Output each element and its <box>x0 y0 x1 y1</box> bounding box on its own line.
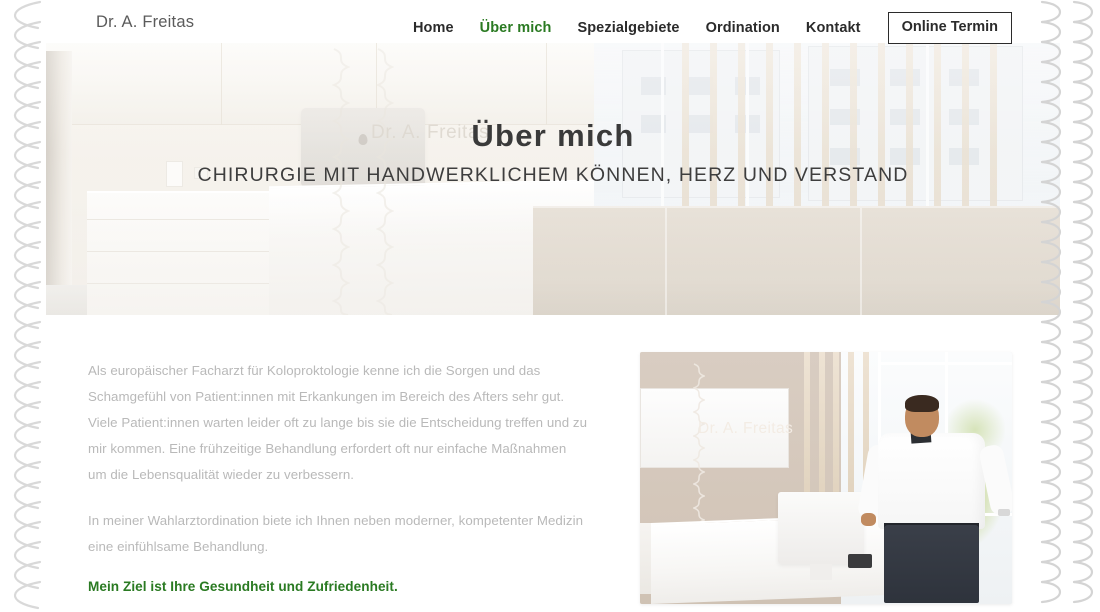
nav-item-ueber-mich[interactable]: Über mich <box>467 20 565 36</box>
online-termin-button[interactable]: Online Termin <box>887 12 1012 44</box>
photo-wall-coil-pattern <box>693 363 705 538</box>
about-paragraph-2: In meiner Wahlarztordination biete ich I… <box>88 512 584 554</box>
doctor-portrait-photo: Dr. A. Freitas <box>640 352 1012 604</box>
page-root: Dr. A. Freitas Über mich CHIRURGIE MIT H… <box>0 0 1100 612</box>
main-navigation: Home Über mich Spezialgebiete Ordination… <box>400 12 1012 44</box>
nav-item-ordination[interactable]: Ordination <box>693 20 793 36</box>
nav-item-home[interactable]: Home <box>400 20 467 36</box>
about-text-column: Als europäischer Facharzt für Koloprokto… <box>88 358 588 612</box>
nav-item-kontakt[interactable]: Kontakt <box>793 20 874 36</box>
site-header: Dr. A. Freitas Home Über mich Spezialgeb… <box>0 0 1100 44</box>
hero-banner: Dr. A. Freitas Über mich CHIRURGIE MIT H… <box>46 43 1060 315</box>
photo-wall-sign: Dr. A. Freitas <box>698 420 794 437</box>
hero-subtitle: CHIRURGIE MIT HANDWERKLICHEM KÖNNEN, HER… <box>197 164 909 187</box>
main-content: Als europäischer Facharzt für Koloprokto… <box>46 330 1060 612</box>
hero-text-block: Über mich CHIRURGIE MIT HANDWERKLICHEM K… <box>46 118 1060 187</box>
site-brand-logo[interactable]: Dr. A. Freitas <box>96 13 194 32</box>
about-highlight-statement: Mein Ziel ist Ihre Gesundheit und Zufrie… <box>88 579 398 595</box>
hero-title: Über mich <box>471 118 635 153</box>
nav-item-spezialgebiete[interactable]: Spezialgebiete <box>564 20 692 36</box>
about-paragraph-1: Als europäischer Facharzt für Koloprokto… <box>88 363 588 482</box>
doctor-figure <box>856 395 1012 604</box>
spiral-binding-right <box>1072 0 1093 604</box>
spiral-binding-left <box>14 0 42 610</box>
